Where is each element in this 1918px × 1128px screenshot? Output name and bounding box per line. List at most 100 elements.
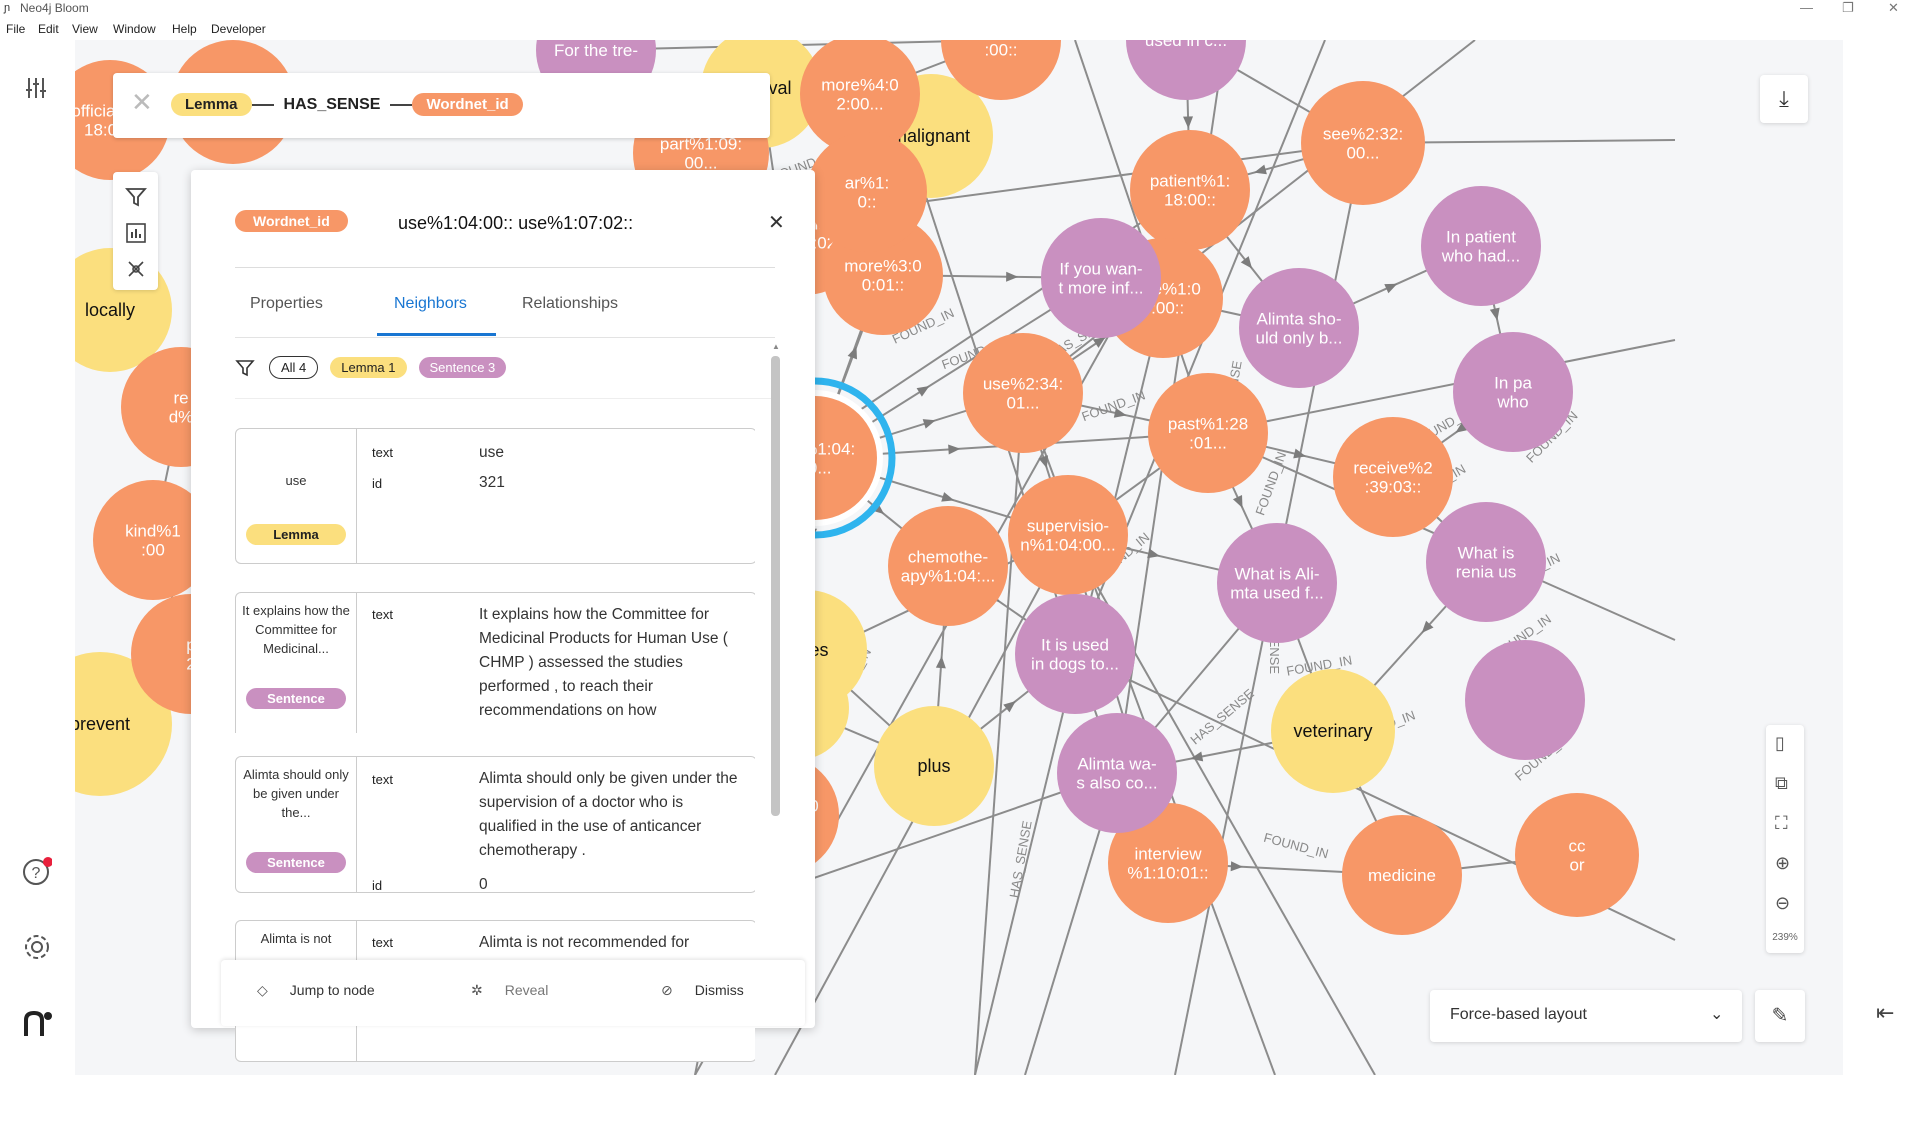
- node-caption: %1:10:01::: [1127, 864, 1208, 883]
- inspector-close-icon[interactable]: ✕: [768, 210, 785, 235]
- export-download-button[interactable]: ⤓: [1760, 75, 1808, 123]
- clear-search-icon[interactable]: ✕: [131, 87, 153, 118]
- dismiss-label: Dismiss: [694, 982, 744, 998]
- graph-node-sentence: used in c...: [1126, 40, 1246, 100]
- view-controls: ▯ ⧉ ⛶ ⊕ ⊖ 239%: [1766, 725, 1804, 953]
- neighbor-caption: Alimta is not: [260, 931, 332, 946]
- node-caption: 2:00...: [836, 95, 883, 114]
- node-caption: :00: [141, 541, 165, 560]
- property-value: 321: [479, 474, 505, 491]
- graph-node-lemma: veterinary: [1271, 669, 1395, 793]
- node-caption: past%1:28: [1168, 415, 1248, 434]
- node-caption: ar%1:: [845, 174, 889, 193]
- graph-node-sentence: Alimta wa-s also co...: [1057, 713, 1177, 833]
- edge-arrowhead: [1232, 495, 1243, 508]
- tab-properties[interactable]: Properties: [250, 295, 323, 313]
- property-key: text: [372, 445, 393, 460]
- perspective-settings-icon[interactable]: [24, 76, 48, 100]
- node-caption: Alimta wa-: [1077, 755, 1156, 774]
- graph-node-sentence: What isrenia us: [1426, 502, 1546, 622]
- node-caption: 01...: [1006, 394, 1039, 413]
- graph-node-wordnet: past%1:28:01...: [1148, 373, 1268, 493]
- pattern-start-node[interactable]: Lemma: [171, 93, 252, 116]
- filter-chip-sentence[interactable]: Sentence 3: [418, 357, 507, 378]
- edge-arrowhead: [1006, 271, 1019, 282]
- graph-data-science-icon[interactable]: [125, 258, 147, 280]
- graph-node-wordnet: use%2:34:01...: [963, 333, 1083, 453]
- dismiss-button[interactable]: ⊘ Dismiss: [661, 982, 744, 999]
- node-caption: supervisio-: [1027, 517, 1109, 536]
- neighbor-category-badge: Sentence: [246, 852, 346, 873]
- menu-view[interactable]: View: [72, 22, 98, 36]
- restore-icon[interactable]: ❐: [1842, 0, 1854, 16]
- node-caption: Alimta sho-: [1256, 310, 1341, 329]
- presentation-icon[interactable]: ⧉: [1775, 773, 1788, 794]
- close-window-icon[interactable]: ✕: [1888, 0, 1899, 16]
- fit-to-screen-icon[interactable]: ⛶: [1775, 813, 1788, 834]
- property-key: id: [372, 878, 383, 893]
- neighbor-card[interactable]: It explains how the Committee for Medici…: [235, 592, 755, 733]
- layout-selector[interactable]: Force-based layout ⌄: [1430, 990, 1742, 1042]
- neighbor-card[interactable]: use Lemma text use id 321: [235, 428, 755, 564]
- node-caption: s also co...: [1076, 774, 1157, 793]
- graph-node-wordnet: patient%1:18:00::: [1130, 130, 1250, 250]
- window-title: Neo4j Bloom: [20, 1, 89, 15]
- edge-arrowhead: [1384, 283, 1398, 294]
- property-value: 0: [479, 876, 488, 893]
- node-caption: receive%2: [1353, 459, 1432, 478]
- node-caption: locally: [85, 300, 135, 320]
- menu-developer[interactable]: Developer: [211, 22, 266, 36]
- filter-icon[interactable]: [125, 186, 147, 208]
- slicer-chart-icon[interactable]: [125, 222, 147, 244]
- node-caption: kind%1: [125, 522, 181, 541]
- node-caption: :01...: [1189, 434, 1227, 453]
- node-caption: who: [1496, 393, 1528, 412]
- minimize-icon[interactable]: —: [1800, 0, 1813, 15]
- tool-strip: [113, 172, 158, 290]
- collapse-panel-icon[interactable]: ⇤: [1876, 1000, 1894, 1026]
- neighbor-caption-cell: Alimta should only be given under the...…: [236, 757, 357, 892]
- settings-gear-icon[interactable]: [22, 932, 52, 962]
- inspector-action-bar: ◇ Jump to node ✲ Reveal ⊘ Dismiss: [221, 960, 805, 1026]
- reveal-button[interactable]: ✲ Reveal: [471, 982, 548, 999]
- menu-help[interactable]: Help: [172, 22, 197, 36]
- node-caption: uld only b...: [1256, 329, 1343, 348]
- filter-icon[interactable]: [235, 358, 255, 378]
- edit-layout-button[interactable]: ✎: [1755, 990, 1805, 1042]
- minimap-icon[interactable]: ▯: [1775, 733, 1785, 754]
- graph-node-sentence: Alimta sho-uld only b...: [1239, 268, 1359, 388]
- graph-node-wordnet: receive%2:39:03::: [1333, 417, 1453, 537]
- property-value: It explains how the Committee for Medici…: [479, 606, 728, 719]
- menu-window[interactable]: Window: [113, 22, 156, 36]
- scrollbar-thumb[interactable]: [771, 356, 780, 816]
- node-caption: d%: [169, 408, 194, 427]
- node-caption: For the tre-: [554, 41, 638, 60]
- notification-dot: [43, 857, 52, 867]
- tab-neighbors[interactable]: Neighbors: [394, 295, 467, 313]
- node-inspector-panel: Wordnet_id use%1:04:00:: use%1:07:02:: ✕…: [191, 170, 815, 1062]
- search-pattern-bar[interactable]: ✕ Lemma HAS_SENSE Wordnet_id: [113, 73, 770, 138]
- zoom-in-icon[interactable]: ⊕: [1775, 853, 1790, 874]
- node-caption: use%2:34:: [983, 375, 1063, 394]
- edge-label: HAS_SENSE: [1006, 819, 1034, 899]
- jump-to-node-button[interactable]: ◇ Jump to node: [257, 982, 375, 999]
- node-caption: re: [173, 389, 188, 408]
- help-icon[interactable]: ?: [22, 857, 52, 887]
- pattern-relationship[interactable]: HAS_SENSE: [284, 96, 381, 114]
- zoom-out-icon[interactable]: ⊖: [1775, 893, 1790, 914]
- filter-chip-all[interactable]: All 4: [269, 356, 319, 379]
- edge-label: FOUND_IN: [1262, 830, 1330, 862]
- filter-chip-lemma[interactable]: Lemma 1: [330, 357, 407, 378]
- pattern-end-node[interactable]: Wordnet_id: [412, 93, 523, 116]
- menu-edit[interactable]: Edit: [38, 22, 59, 36]
- node-caption: 0:01::: [862, 276, 905, 295]
- neighbor-card[interactable]: Alimta should only be given under the...…: [235, 756, 755, 893]
- left-sidebar: ?: [0, 40, 75, 1075]
- edge-arrowhead: [1230, 861, 1243, 872]
- reveal-icon: ✲: [471, 982, 483, 998]
- app-logo-icon: ɲ: [4, 2, 11, 14]
- tab-relationships[interactable]: Relationships: [522, 295, 618, 313]
- edge-arrowhead: [948, 444, 961, 455]
- menu-file[interactable]: File: [6, 22, 25, 36]
- neighbor-category-badge: Lemma: [246, 524, 346, 545]
